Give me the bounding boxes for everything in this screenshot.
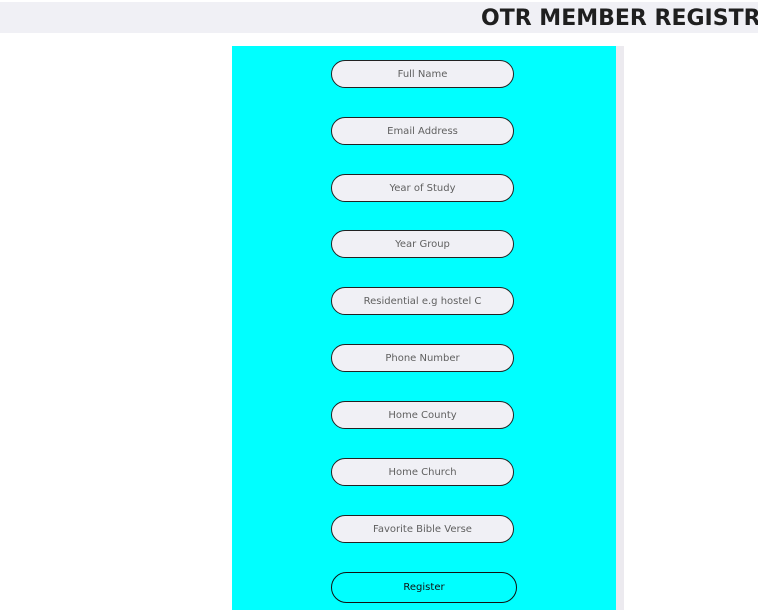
year-of-study-input[interactable] [331, 174, 514, 202]
home-county-input[interactable] [331, 401, 514, 429]
header-bar: OTR MEMBER REGISTR [0, 2, 758, 33]
registration-form: Register [232, 46, 616, 610]
full-name-input[interactable] [331, 60, 514, 88]
page-title: OTR MEMBER REGISTR [481, 6, 758, 31]
panel-edge [616, 46, 624, 610]
favorite-bible-verse-input[interactable] [331, 515, 514, 543]
residential-input[interactable] [331, 287, 514, 315]
phone-number-input[interactable] [331, 344, 514, 372]
register-button[interactable]: Register [331, 572, 517, 603]
home-church-input[interactable] [331, 458, 514, 486]
year-group-input[interactable] [331, 230, 514, 258]
email-input[interactable] [331, 117, 514, 145]
